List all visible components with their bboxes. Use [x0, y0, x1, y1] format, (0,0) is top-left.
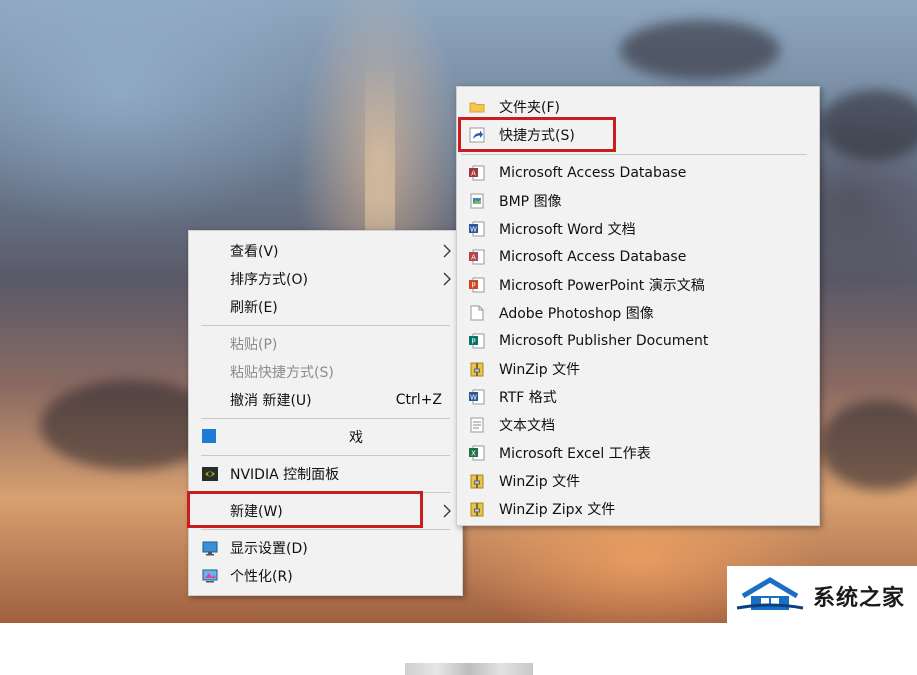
- display-icon: [202, 541, 218, 556]
- app-icon: [202, 429, 216, 443]
- submenu-item-label: WinZip Zipx 文件: [499, 502, 616, 518]
- chevron-right-icon: [443, 504, 451, 518]
- submenu-item-access-database-2[interactable]: A Microsoft Access Database: [457, 243, 819, 271]
- highlight-box-new: [187, 491, 423, 528]
- svg-text:W: W: [470, 394, 477, 402]
- menu-item-nvidia-control-panel[interactable]: NVIDIA 控制面板: [189, 460, 462, 488]
- winzip-icon: [470, 362, 484, 377]
- menu-item-paste-shortcut[interactable]: 粘贴快捷方式(S): [189, 358, 462, 386]
- bmp-image-icon: [470, 193, 484, 209]
- menu-separator: [201, 325, 450, 326]
- svg-text:A: A: [471, 254, 476, 262]
- submenu-item-photoshop-image[interactable]: Adobe Photoshop 图像: [457, 299, 819, 327]
- text-file-icon: [470, 417, 484, 433]
- menu-item-blurred[interactable]: 戏: [189, 423, 462, 451]
- submenu-item-label: BMP 图像: [499, 194, 562, 210]
- submenu-item-word-document[interactable]: W Microsoft Word 文档: [457, 215, 819, 243]
- submenu-item-label: Microsoft Word 文档: [499, 222, 636, 238]
- submenu-item-publisher[interactable]: P Microsoft Publisher Document: [457, 327, 819, 355]
- winzip-icon: [470, 474, 484, 489]
- svg-text:X: X: [471, 450, 476, 458]
- submenu-item-bmp-image[interactable]: BMP 图像: [457, 187, 819, 215]
- menu-item-personalize[interactable]: 个性化(R): [189, 562, 462, 590]
- menu-item-view[interactable]: 查看(V): [189, 237, 462, 265]
- submenu-item-label: 文本文档: [499, 418, 555, 434]
- menu-item-label: 粘贴快捷方式(S): [230, 365, 334, 381]
- publisher-icon: P: [469, 333, 485, 349]
- rtf-icon: W: [469, 389, 485, 405]
- chevron-right-icon: [443, 244, 451, 258]
- menu-item-label: NVIDIA 控制面板: [230, 467, 340, 483]
- svg-text:A: A: [471, 170, 476, 178]
- menu-separator: [461, 154, 807, 155]
- winzip-icon: [470, 502, 484, 517]
- submenu-item-winzip[interactable]: WinZip 文件: [457, 355, 819, 383]
- menu-item-label: 个性化(R): [230, 569, 293, 585]
- nvidia-icon: [202, 467, 218, 481]
- svg-text:W: W: [470, 226, 477, 234]
- access-icon: A: [469, 165, 485, 181]
- submenu-item-winzip-zipx[interactable]: WinZip Zipx 文件: [457, 495, 819, 523]
- menu-item-label: 刷新(E): [230, 300, 278, 316]
- svg-text:P: P: [471, 282, 475, 290]
- powerpoint-icon: P: [469, 277, 485, 293]
- menu-item-label: 粘贴(P): [230, 337, 278, 353]
- house-logo-icon: [736, 577, 804, 610]
- submenu-item-rtf[interactable]: W RTF 格式: [457, 383, 819, 411]
- submenu-item-label: Microsoft Publisher Document: [499, 333, 709, 349]
- word-icon: W: [469, 221, 485, 237]
- svg-text:P: P: [471, 338, 475, 346]
- submenu-item-winzip-2[interactable]: WinZip 文件: [457, 467, 819, 495]
- menu-item-sort-by[interactable]: 排序方式(O): [189, 265, 462, 293]
- menu-item-label: 显示设置(D): [230, 541, 308, 557]
- menu-item-display-settings[interactable]: 显示设置(D): [189, 534, 462, 562]
- submenu-item-label: WinZip 文件: [499, 474, 581, 490]
- submenu-item-label: Microsoft PowerPoint 演示文稿: [499, 278, 705, 294]
- submenu-item-label: RTF 格式: [499, 390, 557, 406]
- folder-icon: [469, 102, 485, 113]
- blank-file-icon: [470, 305, 484, 321]
- new-submenu: 文件夹(F) 快捷方式(S) A Microsoft Access Databa…: [456, 86, 820, 526]
- highlight-box-shortcut: [458, 117, 616, 152]
- blurred-text: [405, 663, 533, 675]
- submenu-item-label: Microsoft Excel 工作表: [499, 446, 651, 462]
- excel-icon: X: [469, 445, 485, 461]
- desktop-context-menu: 查看(V) 排序方式(O) 刷新(E) 粘贴(P) 粘贴快捷方式(S) 撤消 新…: [188, 230, 533, 675]
- chevron-right-icon: [443, 272, 451, 286]
- access-icon: A: [469, 249, 485, 265]
- menu-item-label: 查看(V): [230, 244, 279, 260]
- submenu-item-label: Microsoft Access Database: [499, 165, 687, 181]
- submenu-item-label: Adobe Photoshop 图像: [499, 306, 654, 322]
- menu-separator: [201, 529, 450, 530]
- submenu-item-excel[interactable]: X Microsoft Excel 工作表: [457, 439, 819, 467]
- menu-separator: [201, 418, 450, 419]
- submenu-item-text-document[interactable]: 文本文档: [457, 411, 819, 439]
- menu-item-undo-new[interactable]: 撤消 新建(U) Ctrl+Z: [189, 386, 462, 414]
- personalize-icon: [202, 569, 218, 583]
- menu-item-label: 撤消 新建(U): [230, 393, 312, 409]
- menu-item-refresh[interactable]: 刷新(E): [189, 293, 462, 321]
- watermark-text: 系统之家: [813, 586, 906, 611]
- menu-item-label: 排序方式(O): [230, 272, 308, 288]
- submenu-item-access-database[interactable]: A Microsoft Access Database: [457, 159, 819, 187]
- submenu-item-powerpoint[interactable]: P Microsoft PowerPoint 演示文稿: [457, 271, 819, 299]
- menu-item-label: 戏: [349, 430, 363, 446]
- watermark: 系统之家: [727, 566, 917, 623]
- menu-separator: [201, 455, 450, 456]
- submenu-item-label: Microsoft Access Database: [499, 249, 687, 265]
- menu-item-paste[interactable]: 粘贴(P): [189, 330, 462, 358]
- cloud: [620, 20, 780, 80]
- submenu-item-label: WinZip 文件: [499, 362, 581, 378]
- menu-item-shortcut: Ctrl+Z: [395, 392, 442, 408]
- submenu-item-label: 文件夹(F): [499, 100, 560, 116]
